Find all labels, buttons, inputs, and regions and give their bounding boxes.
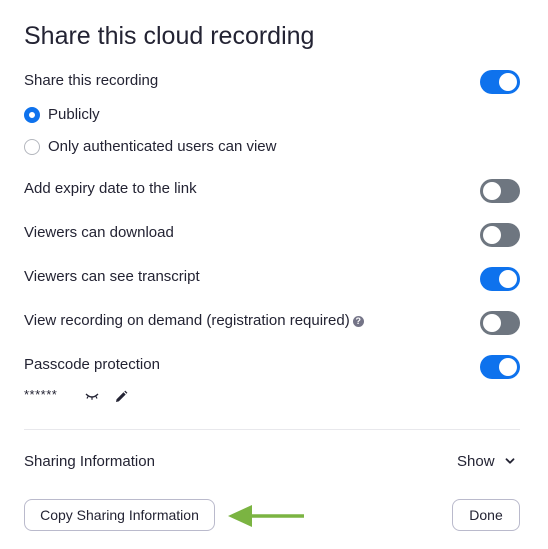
on-demand-label: View recording on demand (registration r… [24, 312, 350, 329]
question-circle-icon[interactable]: ? [352, 316, 364, 327]
pencil-icon[interactable] [114, 390, 128, 404]
share-recording-toggle[interactable] [480, 70, 520, 94]
toggle-knob [499, 270, 517, 288]
show-sharing-info-toggle[interactable]: Show [457, 453, 516, 470]
radio-button-unchecked[interactable] [24, 139, 40, 155]
radio-label-authenticated: Only authenticated users can view [48, 138, 277, 155]
viewers-transcript-toggle[interactable] [480, 267, 520, 291]
expiry-date-label: Add expiry date to the link [24, 180, 197, 197]
sharing-information-label: Sharing Information [24, 453, 155, 470]
passcode-protection-label: Passcode protection [24, 356, 160, 373]
expiry-date-toggle[interactable] [480, 179, 520, 203]
share-recording-dialog: Share this cloud recording Share this re… [0, 0, 548, 549]
viewers-download-toggle[interactable] [480, 223, 520, 247]
annotation-arrow-icon [228, 505, 304, 527]
toggle-knob [499, 73, 517, 91]
on-demand-row: View recording on demand (registration r… [24, 312, 364, 329]
toggle-knob [483, 182, 501, 200]
chevron-down-icon [505, 458, 515, 464]
done-button[interactable]: Done [452, 499, 520, 531]
dialog-title: Share this cloud recording [24, 22, 315, 50]
share-recording-label: Share this recording [24, 72, 159, 89]
toggle-knob [483, 314, 501, 332]
toggle-knob [483, 226, 501, 244]
toggle-knob [499, 358, 517, 376]
show-label: Show [457, 453, 495, 470]
viewers-transcript-label: Viewers can see transcript [24, 268, 200, 285]
passcode-value: ****** [24, 387, 58, 402]
radio-label-publicly: Publicly [48, 106, 100, 123]
eye-closed-icon[interactable] [84, 390, 100, 402]
passcode-protection-toggle[interactable] [480, 355, 520, 379]
radio-button-checked[interactable] [24, 107, 40, 123]
copy-sharing-information-button[interactable]: Copy Sharing Information [24, 499, 215, 531]
divider [24, 429, 520, 430]
viewers-download-label: Viewers can download [24, 224, 174, 241]
on-demand-toggle[interactable] [480, 311, 520, 335]
